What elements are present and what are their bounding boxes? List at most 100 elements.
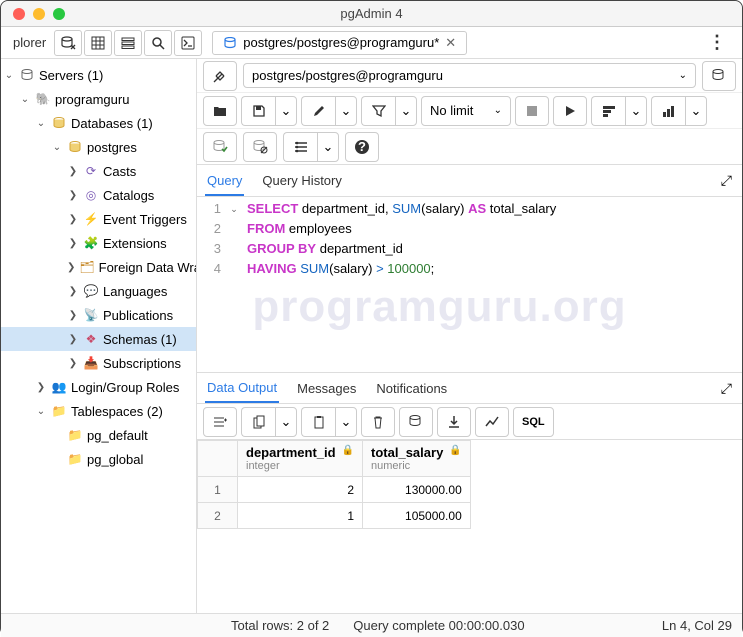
tree-eventtriggers[interactable]: ❯⚡Event Triggers (1, 207, 196, 231)
lock-icon: 🔒 (342, 445, 354, 456)
filter-dropdown[interactable]: ⌄ (395, 96, 417, 126)
titlebar: pgAdmin 4 (1, 1, 742, 27)
explain-dropdown[interactable]: ⌄ (625, 96, 647, 126)
tree-db[interactable]: ⌄postgres (1, 135, 196, 159)
tree-tablespaces[interactable]: ⌄📁Tablespaces (2) (1, 399, 196, 423)
elephant-icon: 🐘 (35, 91, 51, 107)
connection-status-icon[interactable] (203, 61, 237, 91)
add-row-button[interactable] (203, 407, 237, 437)
stop-button[interactable] (515, 96, 549, 126)
roles-icon: 👥 (51, 379, 67, 395)
explain-button[interactable] (591, 96, 625, 126)
connection-select[interactable]: postgres/postgres@programguru ⌄ (243, 63, 696, 88)
extensions-icon: 🧩 (83, 235, 99, 251)
delete-button[interactable] (361, 407, 395, 437)
limit-select[interactable]: No limit⌄ (421, 96, 511, 126)
paste-dropdown[interactable]: ⌄ (335, 407, 357, 437)
edit-dropdown[interactable]: ⌄ (335, 96, 357, 126)
status-bar: Total rows: 2 of 2 Query complete 00:00:… (1, 613, 742, 637)
explain-analyze-button[interactable] (651, 96, 685, 126)
table-row[interactable]: 1 2 130000.00 (198, 477, 471, 503)
save-dropdown[interactable]: ⌄ (275, 96, 297, 126)
catalogs-icon: ◎ (83, 187, 99, 203)
paste-button[interactable] (301, 407, 335, 437)
tree-loginroles[interactable]: ❯👥Login/Group Roles (1, 375, 196, 399)
open-file-button[interactable] (203, 96, 237, 126)
tree-subscriptions[interactable]: ❯📥Subscriptions (1, 351, 196, 375)
copy-button[interactable] (241, 407, 275, 437)
sql-view-button[interactable]: SQL (513, 407, 554, 437)
tab-data-output[interactable]: Data Output (205, 374, 279, 403)
graph-button[interactable] (475, 407, 509, 437)
tree-pgglobal[interactable]: 📁pg_global (1, 447, 196, 471)
maximize-window-button[interactable] (53, 8, 65, 20)
database-icon (51, 115, 67, 131)
search-icon[interactable] (144, 30, 172, 56)
new-connection-button[interactable] (702, 61, 736, 91)
query-tool-icon[interactable] (54, 30, 82, 56)
tree-publications[interactable]: ❯📡Publications (1, 303, 196, 327)
lock-icon: 🔒 (449, 445, 461, 456)
macros-button[interactable] (283, 132, 317, 162)
commit-button[interactable] (203, 132, 237, 162)
rollback-button[interactable] (243, 132, 277, 162)
result-grid[interactable]: department_idinteger🔒 total_salarynumeri… (197, 440, 742, 613)
column-header[interactable]: total_salarynumeric🔒 (363, 441, 471, 477)
filter-button[interactable] (361, 96, 395, 126)
copy-dropdown[interactable]: ⌄ (275, 407, 297, 437)
tree-catalogs[interactable]: ❯◎Catalogs (1, 183, 196, 207)
publications-icon: 📡 (83, 307, 99, 323)
tree-fdw[interactable]: ❯🗂Foreign Data Wrappers (1, 255, 196, 279)
macros-dropdown[interactable]: ⌄ (317, 132, 339, 162)
tab-notifications[interactable]: Notifications (374, 375, 449, 402)
tree-extensions[interactable]: ❯🧩Extensions (1, 231, 196, 255)
tab-query[interactable]: Query (205, 167, 244, 196)
database-icon (67, 139, 83, 155)
view-data-icon[interactable] (84, 30, 112, 56)
topbar: plorer postgres/postgres@programguru* ✕ … (1, 27, 742, 59)
tab-query-history[interactable]: Query History (260, 167, 343, 194)
column-header[interactable]: department_idinteger🔒 (238, 441, 363, 477)
help-button[interactable]: ? (345, 132, 379, 162)
status-query-time: Query complete 00:00:00.030 (353, 618, 524, 633)
trigger-icon: ⚡ (83, 211, 99, 227)
close-window-button[interactable] (13, 8, 25, 20)
tab-close-icon[interactable]: ✕ (445, 35, 456, 51)
tab-label: postgres/postgres@programguru* (243, 35, 439, 50)
tree-servers[interactable]: ⌄Servers (1) (1, 63, 196, 87)
tab-messages[interactable]: Messages (295, 375, 358, 402)
chevron-down-icon: ⌄ (679, 70, 687, 81)
psql-icon[interactable] (174, 30, 202, 56)
database-icon (223, 37, 237, 49)
table-row[interactable]: 2 1 105000.00 (198, 503, 471, 529)
svg-text:?: ? (358, 139, 366, 154)
tree-casts[interactable]: ❯⟳Casts (1, 159, 196, 183)
expand-icon[interactable]: ⤢ (721, 380, 732, 397)
casts-icon: ⟳ (83, 163, 99, 179)
tree-server[interactable]: ⌄🐘programguru (1, 87, 196, 111)
window-title: pgAdmin 4 (340, 6, 402, 21)
fdw-icon: 🗂 (79, 259, 94, 275)
status-rowcount: Total rows: 2 of 2 (231, 618, 329, 633)
tree-databases[interactable]: ⌄Databases (1) (1, 111, 196, 135)
folder-icon: 📁 (67, 451, 83, 467)
download-button[interactable] (437, 407, 471, 437)
sql-editor[interactable]: 1234 ⌄ SELECT department_id, SUM(salary)… (197, 197, 742, 372)
status-cursor-pos: Ln 4, Col 29 (662, 618, 732, 633)
edit-button[interactable] (301, 96, 335, 126)
save-button[interactable] (241, 96, 275, 126)
save-data-button[interactable] (399, 407, 433, 437)
filter-rows-icon[interactable] (114, 30, 142, 56)
sidebar-title: plorer (7, 35, 52, 50)
query-tab[interactable]: postgres/postgres@programguru* ✕ (212, 31, 467, 55)
minimize-window-button[interactable] (33, 8, 45, 20)
tree-schemas[interactable]: ❯❖Schemas (1) (1, 327, 196, 351)
execute-button[interactable] (553, 96, 587, 126)
tree-pgdefault[interactable]: 📁pg_default (1, 423, 196, 447)
sidebar: ⌄Servers (1) ⌄🐘programguru ⌄Databases (1… (1, 59, 197, 613)
more-menu-icon[interactable]: ⋮ (698, 32, 736, 53)
expand-icon[interactable]: ⤢ (721, 172, 732, 189)
servers-icon (19, 67, 35, 83)
explain-analyze-dropdown[interactable]: ⌄ (685, 96, 707, 126)
tree-languages[interactable]: ❯💬Languages (1, 279, 196, 303)
